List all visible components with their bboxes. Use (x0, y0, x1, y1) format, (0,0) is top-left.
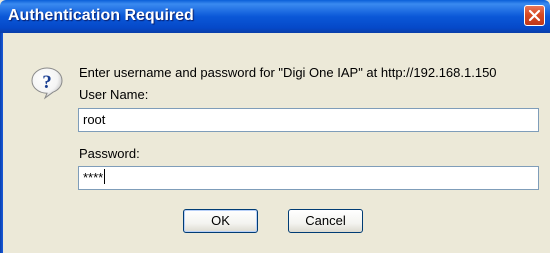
title-bar[interactable]: Authentication Required (0, 0, 550, 33)
text-caret (104, 169, 106, 184)
dialog-body: ? Enter username and password for "Digi … (3, 33, 550, 253)
username-value: root (83, 112, 106, 127)
svg-text:?: ? (42, 72, 52, 93)
dialog-title: Authentication Required (8, 7, 194, 24)
close-button[interactable] (524, 5, 545, 26)
password-input[interactable]: **** (78, 166, 539, 190)
username-input[interactable]: root (78, 108, 539, 132)
question-icon: ? (31, 67, 63, 100)
authentication-dialog: Authentication Required ? Enter username… (0, 0, 550, 253)
username-label: User Name: (79, 87, 149, 102)
close-icon (528, 9, 541, 22)
password-value: **** (83, 170, 104, 185)
cancel-button[interactable]: Cancel (288, 209, 363, 233)
prompt-message: Enter username and password for "Digi On… (79, 65, 497, 80)
password-label: Password: (79, 146, 140, 161)
ok-button[interactable]: OK (183, 209, 258, 233)
